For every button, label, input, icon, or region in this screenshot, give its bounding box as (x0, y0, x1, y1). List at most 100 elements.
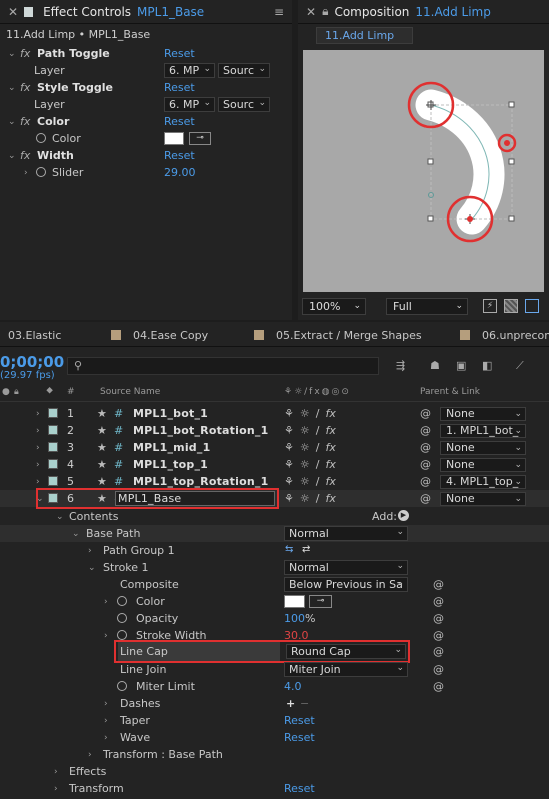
stopwatch-icon[interactable] (117, 681, 127, 691)
comp-flowchart-icon[interactable]: ⇶ (396, 359, 405, 372)
color-swatch[interactable] (164, 132, 184, 145)
fx-icon[interactable]: fx (20, 81, 30, 94)
taper-row[interactable]: › Taper Reset (0, 712, 549, 729)
twirl-icon[interactable]: › (36, 426, 40, 436)
line-join-row[interactable]: Line Join Miter Join ⌄ @ (0, 661, 549, 678)
frame-blending-icon[interactable]: ◧ (482, 359, 492, 372)
fx-icon[interactable]: fx (20, 115, 30, 128)
layer-switches[interactable]: ⚘ ☼ / fx (284, 424, 336, 437)
twirl-icon[interactable]: › (36, 409, 40, 419)
fx-icon[interactable]: fx (20, 149, 30, 162)
pickwhip-icon[interactable]: @ (420, 475, 431, 488)
miter-limit-row[interactable]: Miter Limit 4.0 @ (0, 678, 549, 695)
composition-tab[interactable]: ✕ 🔒︎ Composition 11.Add Limp (298, 0, 549, 24)
reset-link[interactable]: Reset (164, 149, 195, 162)
color-row[interactable]: › Color ⊸ @ (0, 593, 549, 610)
layer-search-input[interactable]: ⚲ (67, 357, 379, 375)
miter-limit-value[interactable]: 4.0 (284, 680, 302, 693)
graph-editor-icon[interactable]: ⟋ (516, 359, 524, 373)
opacity-value[interactable]: 100 (284, 612, 305, 625)
expression-pickwhip-icon[interactable]: @ (433, 629, 444, 642)
twirl-down-icon[interactable]: ⌄ (8, 83, 16, 93)
close-icon[interactable]: ✕ (306, 5, 316, 19)
layer-switches[interactable]: ⚘ ☼ / fx (284, 407, 336, 420)
parent-dropdown[interactable]: None ⌄ (440, 491, 526, 506)
effect-controls-tab[interactable]: ✕ Effect Controls MPL1_Base ≡ (0, 0, 292, 24)
effect-style-toggle[interactable]: ⌄ fx Style Toggle Reset (0, 79, 292, 96)
path-direction-icon[interactable]: ⇄ (302, 544, 310, 555)
fx-icon[interactable]: fx (20, 47, 30, 60)
layer-switches[interactable]: ⚘ ☼ / fx (284, 441, 336, 454)
reset-link[interactable]: Reset (164, 115, 195, 128)
reset-link[interactable]: Reset (164, 47, 195, 60)
wave-row[interactable]: › Wave Reset (0, 729, 549, 746)
transform-base-row[interactable]: › Transform : Base Path (0, 746, 549, 763)
tab-06-unprecomp[interactable]: 06.unprecomp (482, 329, 549, 342)
parent-dropdown[interactable]: 4. MPL1_top_ ⌄ (440, 474, 526, 489)
expression-pickwhip-icon[interactable]: @ (433, 663, 444, 676)
source-dropdown[interactable]: Sourc ⌄ (218, 63, 270, 78)
tab-04-ease-copy[interactable]: 04.Ease Copy (133, 329, 208, 342)
stopwatch-icon[interactable] (36, 133, 46, 143)
layer-name[interactable]: MPL1_bot_Rotation_1 (133, 424, 268, 437)
path-group-row[interactable]: › Path Group 1 ⇆ ⇄ (0, 542, 549, 559)
layer-dropdown[interactable]: 6. MP ⌄ (164, 63, 215, 78)
draft-3d-icon[interactable]: ☗ (430, 359, 440, 372)
close-icon[interactable]: ✕ (8, 5, 18, 19)
eyedropper-icon[interactable]: ⊸ (309, 595, 332, 608)
stopwatch-icon[interactable] (117, 596, 127, 606)
panel-options-icon[interactable]: ≡ (274, 5, 284, 19)
comp-viewer[interactable] (298, 50, 549, 292)
path-direction-icon[interactable]: ⇆ (285, 544, 293, 555)
transform-row[interactable]: › Transform Reset (0, 780, 549, 797)
add-icon[interactable]: ▶ (398, 510, 409, 521)
composite-row[interactable]: Composite Below Previous in Sa ⌄ @ (0, 576, 549, 593)
parent-dropdown[interactable]: None ⌄ (440, 406, 526, 421)
zoom-dropdown[interactable]: 100% ⌄ (302, 298, 366, 315)
expression-pickwhip-icon[interactable]: @ (433, 595, 444, 608)
panel-menu-icon[interactable] (24, 6, 34, 17)
expression-pickwhip-icon[interactable]: @ (433, 645, 444, 658)
timecode[interactable]: 0;00;00 (0, 353, 64, 371)
lock-icon[interactable]: 🔒︎ (14, 387, 19, 397)
label-color-icon[interactable] (48, 425, 58, 435)
composite-dropdown[interactable]: Below Previous in Sa ⌄ (284, 577, 408, 592)
fast-preview-icon[interactable]: ⚡ (483, 299, 497, 313)
effects-row[interactable]: › Effects (0, 763, 549, 780)
dashes-row[interactable]: › Dashes + − (0, 695, 549, 712)
opacity-row[interactable]: Opacity 100 % @ (0, 610, 549, 627)
twirl-down-icon[interactable]: ⌄ (8, 117, 16, 127)
parent-dropdown[interactable]: None ⌄ (440, 440, 526, 455)
layer-name[interactable]: MPL1_top_1 (133, 458, 208, 471)
stopwatch-icon[interactable] (36, 167, 46, 177)
twirl-icon[interactable]: › (36, 443, 40, 453)
layer-name[interactable]: MPL1_top_Rotation_1 (133, 475, 268, 488)
shy-layers-icon[interactable]: ▣ (456, 359, 466, 372)
label-color-icon[interactable] (48, 459, 58, 469)
add-dash-icon[interactable]: + (286, 697, 295, 710)
label-color-icon[interactable] (48, 476, 58, 486)
lock-icon[interactable]: 🔒︎ (322, 4, 328, 19)
wave-reset-link[interactable]: Reset (284, 731, 315, 744)
twirl-icon[interactable]: › (36, 460, 40, 470)
eyedropper-icon[interactable]: ⊸ (189, 132, 211, 145)
tab-03-elastic[interactable]: 03.Elastic (8, 329, 61, 342)
pickwhip-icon[interactable]: @ (420, 492, 431, 505)
layer-row[interactable]: › 2 ★ # MPL1_bot_Rotation_1 ⚘ ☼ / fx @1. MPL1_bot… (0, 422, 549, 439)
stroke-row[interactable]: ⌄ Stroke 1 Normal ⌄ (0, 559, 549, 576)
parent-dropdown[interactable]: None ⌄ (440, 457, 526, 472)
layer-switches[interactable]: ⚘ ☼ / fx (284, 492, 336, 505)
line-join-dropdown[interactable]: Miter Join ⌄ (284, 662, 408, 677)
label-color-icon[interactable] (48, 442, 58, 452)
layer-switches[interactable]: ⚘ ☼ / fx (284, 458, 336, 471)
source-dropdown[interactable]: Sourc ⌄ (218, 97, 270, 112)
layer-name[interactable]: MPL1_mid_1 (133, 441, 210, 454)
expression-pickwhip-icon[interactable]: @ (433, 612, 444, 625)
eye-icon[interactable]: ● (2, 387, 10, 397)
transform-reset-link[interactable]: Reset (284, 782, 315, 795)
effect-color[interactable]: ⌄ fx Color Reset (0, 113, 292, 130)
pickwhip-icon[interactable]: @ (420, 458, 431, 471)
label-icon[interactable]: ⯁ (46, 387, 53, 397)
remove-dash-icon[interactable]: − (300, 697, 309, 710)
layer-dropdown[interactable]: 6. MP ⌄ (164, 97, 215, 112)
